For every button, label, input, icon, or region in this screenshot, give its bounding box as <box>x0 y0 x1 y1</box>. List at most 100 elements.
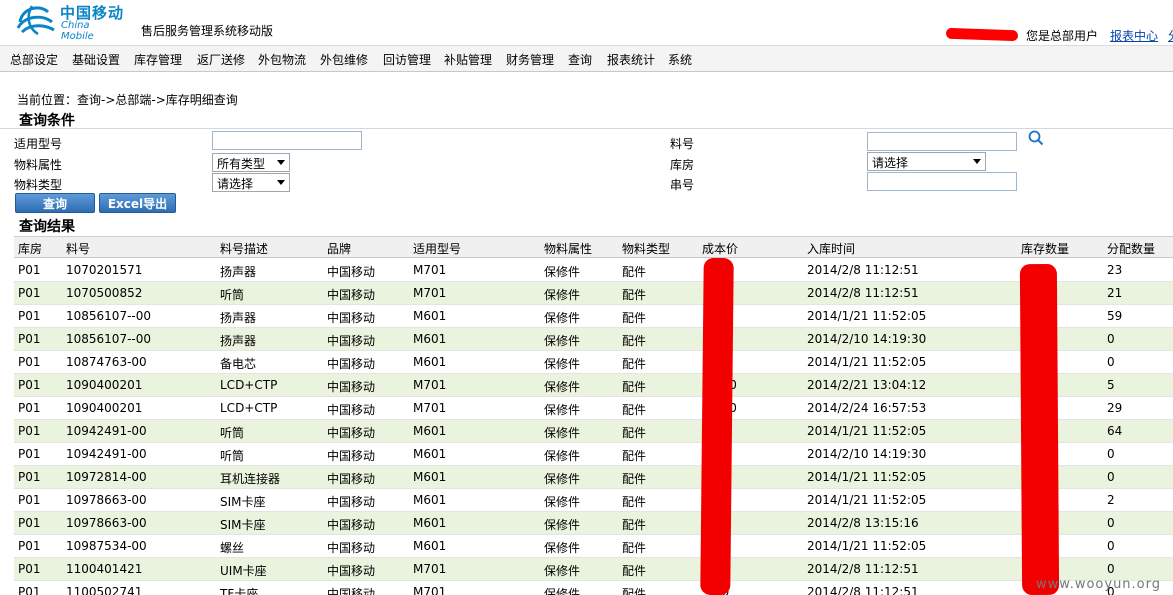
table-cell: 10856107--00 <box>66 309 152 323</box>
warehouse-select[interactable]: 请选择 <box>867 152 986 171</box>
menu-item-factory-return[interactable]: 返厂送修 <box>197 51 245 68</box>
table-cell: M701 <box>413 378 447 392</box>
excel-export-button[interactable]: Excel导出 <box>99 193 176 213</box>
table-cell: 21 <box>1107 286 1123 300</box>
table-cell: 10978663-00 <box>66 493 147 507</box>
table-cell: P01 <box>18 585 41 595</box>
table-cell: 备电芯 <box>220 357 257 371</box>
menu-item-outsource-repair[interactable]: 外包维修 <box>320 51 368 68</box>
table-row[interactable]: P0110942491-00听筒中国移动M601保修件配件02014/1/21 … <box>14 420 1173 443</box>
menu-item-reports[interactable]: 报表统计 <box>607 51 655 68</box>
table-cell: 耳机连接器 <box>220 472 281 486</box>
table-row[interactable]: P0110978663-00SIM卡座中国移动M601保修件配件62014/1/… <box>14 489 1173 512</box>
column-header[interactable]: 物料属性 <box>544 240 592 257</box>
menu-item-outsource-logistics[interactable]: 外包物流 <box>258 51 306 68</box>
table-row[interactable]: P01 10856107--00 扬声器 中国移动 M601 保修件 配件 0 2014/2/1… <box>14 328 1173 351</box>
table-cell: 保修件 <box>544 587 581 595</box>
table-cell: M601 <box>413 424 447 438</box>
menu-item-query[interactable]: 查询 <box>568 51 592 68</box>
table-cell: 中国移动 <box>327 380 376 394</box>
column-header[interactable]: 料号描述 <box>220 240 268 257</box>
table-row[interactable]: P0110987534-00螺丝中国移动M601保修件配件502014/1/21… <box>14 535 1173 558</box>
table-row[interactable]: P011070201571扬声器中国移动M701保修件配件002014/2/8 … <box>14 259 1173 282</box>
chevron-down-icon <box>973 159 981 164</box>
menu-item-followup[interactable]: 回访管理 <box>383 51 431 68</box>
table-cell: P01 <box>18 470 41 484</box>
table-cell: 64 <box>1107 424 1123 438</box>
table-cell: LCD+CTP <box>220 401 278 415</box>
table-cell: 保修件 <box>544 541 581 555</box>
menu-item-basic-settings[interactable]: 基础设置 <box>72 51 120 68</box>
table-cell: 保修件 <box>544 288 581 302</box>
table-cell: P01 <box>18 447 41 461</box>
column-header[interactable]: 品牌 <box>327 240 351 257</box>
table-cell: SIM卡座 <box>220 495 266 509</box>
material-type-select[interactable]: 请选择 <box>212 173 290 192</box>
header-extra-link[interactable]: 分 <box>1168 27 1173 44</box>
table-cell: P01 <box>18 332 41 346</box>
chevron-down-icon <box>277 160 285 165</box>
table-cell: 中国移动 <box>327 357 376 371</box>
table-row[interactable]: P0110978663-00SIM卡座中国移动M601保修件配件462014/2… <box>14 512 1173 535</box>
menu-item-subsidy[interactable]: 补贴管理 <box>444 51 492 68</box>
query-conditions-title: 查询条件 <box>19 113 75 129</box>
table-cell: 2014/2/10 14:19:30 <box>807 447 927 461</box>
table-row[interactable]: P011100401421UIM卡座中国移动M701保修件配件002014/2/… <box>14 558 1173 581</box>
table-cell: M701 <box>413 401 447 415</box>
table-cell: 2014/2/8 11:12:51 <box>807 263 919 277</box>
menu-item-system[interactable]: 系统 <box>668 51 692 68</box>
china-mobile-logo-icon <box>16 5 55 36</box>
model-input[interactable] <box>212 131 362 150</box>
table-cell: M701 <box>413 585 447 595</box>
table-cell: 10942491-00 <box>66 424 147 438</box>
table-cell: P01 <box>18 309 41 323</box>
table-row[interactable]: P0110972814-00耳机连接器中国移动M601保修件配件72014/1/… <box>14 466 1173 489</box>
column-header[interactable]: 库存数量 <box>1021 240 1069 257</box>
table-row[interactable]: P011090400201LCD+CTP中国移动M701保修件配件2002014… <box>14 397 1173 420</box>
menu-item-inventory[interactable]: 库存管理 <box>134 51 182 68</box>
menu-item-hq-settings[interactable]: 总部设定 <box>10 51 58 68</box>
material-attribute-value: 所有类型 <box>217 157 266 171</box>
column-header[interactable]: 成本价 <box>702 240 738 257</box>
table-cell: M601 <box>413 355 447 369</box>
table-row[interactable]: P0110874763-00备电芯中国移动M601保修件配件52014/1/21… <box>14 351 1173 374</box>
redacted-stock-column <box>1019 263 1060 595</box>
column-header[interactable]: 分配数量 <box>1107 240 1155 257</box>
column-header[interactable]: 库房 <box>18 240 42 257</box>
table-cell: 听筒 <box>220 449 245 463</box>
table-cell: 2014/2/10 14:19:30 <box>807 332 927 346</box>
table-cell: P01 <box>18 516 41 530</box>
table-cell: 保修件 <box>544 518 581 532</box>
search-icon[interactable] <box>1027 129 1045 147</box>
menu-item-finance[interactable]: 财务管理 <box>506 51 554 68</box>
table-row[interactable]: P011070500852听筒中国移动M701保修件配件02014/2/8 11… <box>14 282 1173 305</box>
column-header[interactable]: 料号 <box>66 240 90 257</box>
serial-number-input[interactable] <box>867 172 1017 191</box>
column-header[interactable]: 入库时间 <box>807 240 855 257</box>
table-cell: 中国移动 <box>327 541 376 555</box>
part-number-input[interactable] <box>867 132 1017 151</box>
table-row[interactable]: P0110856107--00扬声器中国移动M601保修件配件02014/1/2… <box>14 305 1173 328</box>
table-row[interactable]: P011090400201LCD+CTP中国移动M701保修件配件2002014… <box>14 374 1173 397</box>
table-cell: 配件 <box>622 541 647 555</box>
table-row[interactable]: P01 10942491-00 听筒 中国移动 M601 保修件 配件 0 2014/2/10 … <box>14 443 1173 466</box>
chevron-down-icon <box>277 180 285 185</box>
table-cell: 0 <box>1107 447 1115 461</box>
column-header[interactable]: 适用型号 <box>413 240 461 257</box>
table-cell: 2014/2/8 13:15:16 <box>807 516 919 530</box>
table-cell: 扬声器 <box>220 311 257 325</box>
serial-number-label: 串号 <box>670 178 695 192</box>
table-cell: 保修件 <box>544 357 581 371</box>
column-header[interactable]: 物料类型 <box>622 240 670 257</box>
table-row[interactable]: P011100502741TF卡座中国移动M701保修件配件002014/2/8… <box>14 581 1173 595</box>
table-cell: M601 <box>413 493 447 507</box>
table-cell: 2014/2/8 11:12:51 <box>807 562 919 576</box>
table-cell: 保修件 <box>544 564 581 578</box>
redacted-username <box>945 27 1019 42</box>
search-button[interactable]: 查询 <box>15 193 95 213</box>
part-number-label: 料号 <box>670 137 695 151</box>
table-cell: 2014/1/21 11:52:05 <box>807 424 927 438</box>
material-attribute-select[interactable]: 所有类型 <box>212 153 290 172</box>
report-center-link[interactable]: 报表中心 <box>1110 27 1158 44</box>
table-cell: 保修件 <box>544 334 581 348</box>
